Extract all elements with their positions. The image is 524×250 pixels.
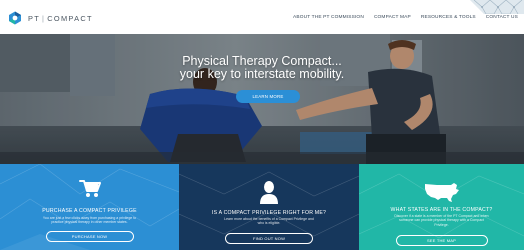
logo-text-compact: COMPACT <box>47 13 93 23</box>
see-the-map-button[interactable]: See the Map <box>395 235 488 246</box>
find-out-now-button[interactable]: Find Out Now <box>225 233 313 244</box>
logo-mark-icon <box>9 11 21 25</box>
panel-heading: Purchase a Compact Privilege <box>42 208 137 214</box>
purchase-now-button[interactable]: Purchase Now <box>45 231 134 242</box>
panel-compact-states: What States are in the Compact? Discover… <box>359 164 524 250</box>
nav-compact-map[interactable]: Compact Map <box>374 15 411 20</box>
hero-headline: Physical Therapy Compact... your key to … <box>0 55 524 81</box>
corner-pattern-decoration <box>462 0 524 14</box>
site-header: PT | COMPACT About the PT Commission Compa… <box>0 0 524 34</box>
hero-banner: Physical Therapy Compact... your key to … <box>0 34 524 164</box>
panel-text-line2: who is eligible. <box>257 221 281 226</box>
nav-contact[interactable]: Contact Us <box>486 15 518 20</box>
nav-about[interactable]: About the PT Commission <box>293 15 364 20</box>
logo-separator: | <box>42 13 46 23</box>
feature-panels: Purchase a Compact Privilege You are jus… <box>0 164 524 250</box>
panel-privilege-right-for-me: Is a Compact Privilege Right For Me? Lea… <box>179 164 359 250</box>
nav-resources[interactable]: Resources & Tools <box>421 15 476 20</box>
us-map-icon <box>424 183 459 202</box>
person-icon <box>260 181 278 204</box>
panel-purchase-privilege: Purchase a Compact Privilege You are jus… <box>0 164 179 250</box>
panel-text-line2: practice physical therapy in other membe… <box>51 220 128 225</box>
panel-heading: What States are in the Compact? <box>390 207 493 213</box>
hero-title-line2: your key to interstate mobility. <box>179 67 345 81</box>
panel-heading: Is a Compact Privilege Right For Me? <box>211 210 327 216</box>
learn-more-button[interactable]: Learn More <box>236 90 300 103</box>
logo-text-pt: PT <box>28 13 41 23</box>
main-nav: About the PT Commission Compact Map Reso… <box>283 15 518 20</box>
pt-compact-logo[interactable]: PT | COMPACT <box>8 11 93 25</box>
shopping-cart-icon <box>78 180 101 197</box>
panel-text-line3: Privilege. <box>434 222 449 227</box>
